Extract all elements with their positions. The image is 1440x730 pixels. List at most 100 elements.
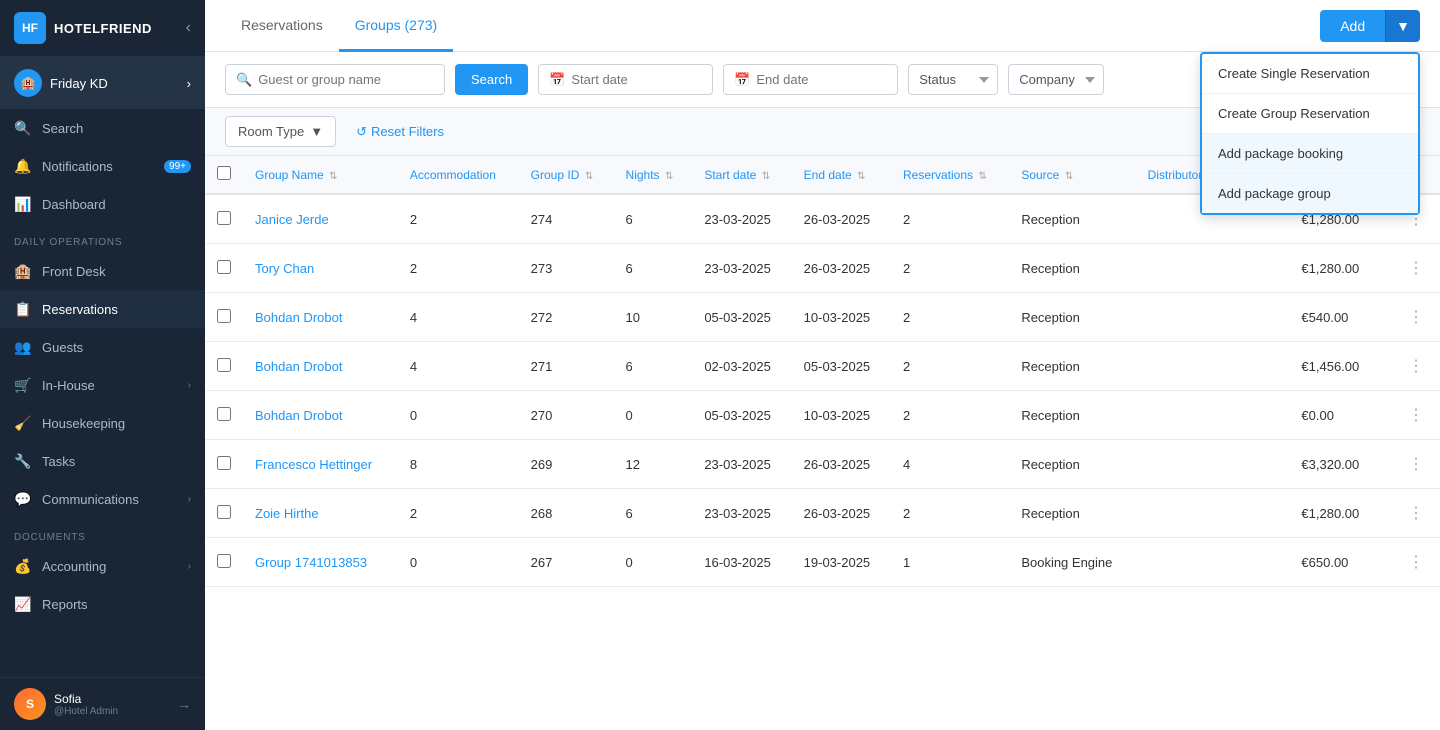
row-action-button[interactable]: ⋮ <box>1404 499 1428 527</box>
row-checkbox[interactable] <box>217 358 231 372</box>
sidebar-label-in-house: In-House <box>42 378 95 393</box>
daily-operations-label: DAILY OPERATIONS <box>0 223 205 252</box>
logout-icon[interactable]: → <box>177 696 191 712</box>
select-all-checkbox[interactable] <box>217 166 231 180</box>
cell-end-date: 19-03-2025 <box>792 538 891 587</box>
table-row: Bohdan Drobot 0 270 0 05-03-2025 10-03-2… <box>205 391 1440 440</box>
sidebar-item-tasks[interactable]: 🔧 Tasks <box>0 442 205 480</box>
col-group-id[interactable]: Group ID ⇅ <box>519 156 614 194</box>
cell-actions: ⋮ <box>1392 440 1440 489</box>
cell-total-amount: €1,280.00 <box>1289 244 1392 293</box>
reset-filters-button[interactable]: ↺ Reset Filters <box>346 117 454 147</box>
cell-group-name[interactable]: Bohdan Drobot <box>243 391 398 440</box>
tab-header: Reservations Groups (273) Add ▼ Create S… <box>205 0 1440 52</box>
sidebar-item-reports[interactable]: 📈 Reports <box>0 585 205 623</box>
sidebar-item-search[interactable]: 🔍 Search <box>0 109 205 147</box>
cell-group-name[interactable]: Francesco Hettinger <box>243 440 398 489</box>
reset-icon: ↺ <box>356 124 367 140</box>
cell-end-date: 10-03-2025 <box>792 391 891 440</box>
user-role: @Hotel Admin <box>54 706 169 717</box>
start-date-wrapper: 📅 <box>538 64 713 95</box>
cell-group-name[interactable]: Tory Chan <box>243 244 398 293</box>
row-action-button[interactable]: ⋮ <box>1404 254 1428 282</box>
start-date-input[interactable] <box>571 65 702 94</box>
dropdown-add-package-group[interactable]: Add package group <box>1202 174 1418 213</box>
add-button[interactable]: Add <box>1320 10 1385 42</box>
row-action-button[interactable]: ⋮ <box>1404 352 1428 380</box>
logo-icon: HF <box>14 12 46 44</box>
sidebar-item-front-desk[interactable]: 🏨 Front Desk <box>0 252 205 290</box>
groups-table: Group Name ⇅ Accommodation Group ID ⇅ Ni… <box>205 156 1440 587</box>
sidebar-item-accounting[interactable]: 💰 Accounting › <box>0 547 205 585</box>
row-action-button[interactable]: ⋮ <box>1404 401 1428 429</box>
sidebar-item-guests[interactable]: 👥 Guests <box>0 328 205 366</box>
end-date-input[interactable] <box>756 65 887 94</box>
sidebar-item-reservations[interactable]: 📋 Reservations <box>0 290 205 328</box>
col-end-date[interactable]: End date ⇅ <box>792 156 891 194</box>
cell-end-date: 26-03-2025 <box>792 194 891 244</box>
sort-group-id-icon: ⇅ <box>585 171 593 182</box>
col-reservations[interactable]: Reservations ⇅ <box>891 156 1009 194</box>
status-filter[interactable]: Status <box>908 64 998 95</box>
cell-group-name[interactable]: Zoie Hirthe <box>243 489 398 538</box>
cell-start-date: 23-03-2025 <box>692 244 791 293</box>
tab-groups[interactable]: Groups (273) <box>339 1 453 52</box>
hotel-chevron-icon: › <box>187 76 191 91</box>
row-action-button[interactable]: ⋮ <box>1404 303 1428 331</box>
sidebar-item-in-house[interactable]: 🛒 In-House › <box>0 366 205 404</box>
dropdown-add-package-booking[interactable]: Add package booking <box>1202 134 1418 174</box>
company-filter[interactable]: Company <box>1008 64 1104 95</box>
col-nights[interactable]: Nights ⇅ <box>614 156 693 194</box>
sidebar-item-dashboard[interactable]: 📊 Dashboard <box>0 185 205 223</box>
cell-group-id: 274 <box>519 194 614 244</box>
row-checkbox[interactable] <box>217 211 231 225</box>
dropdown-create-group[interactable]: Create Group Reservation <box>1202 94 1418 134</box>
cell-total-amount: €1,456.00 <box>1289 342 1392 391</box>
tab-reservations[interactable]: Reservations <box>225 1 339 52</box>
sidebar-label-communications: Communications <box>42 492 139 507</box>
cell-reservations: 2 <box>891 391 1009 440</box>
col-group-name[interactable]: Group Name ⇅ <box>243 156 398 194</box>
table-row: Bohdan Drobot 4 272 10 05-03-2025 10-03-… <box>205 293 1440 342</box>
row-checkbox[interactable] <box>217 456 231 470</box>
col-start-date[interactable]: Start date ⇅ <box>692 156 791 194</box>
cell-group-name[interactable]: Bohdan Drobot <box>243 342 398 391</box>
row-checkbox[interactable] <box>217 505 231 519</box>
sidebar-item-notifications[interactable]: 🔔 Notifications 99+ <box>0 147 205 185</box>
cell-nights: 6 <box>614 489 693 538</box>
sidebar-item-housekeeping[interactable]: 🧹 Housekeeping <box>0 404 205 442</box>
cell-group-name[interactable]: Bohdan Drobot <box>243 293 398 342</box>
cell-accommodation: 0 <box>398 391 519 440</box>
row-checkbox[interactable] <box>217 554 231 568</box>
row-checkbox[interactable] <box>217 260 231 274</box>
search-input[interactable] <box>258 65 434 94</box>
table-row: Zoie Hirthe 2 268 6 23-03-2025 26-03-202… <box>205 489 1440 538</box>
cell-distributor-source <box>1136 391 1290 440</box>
cell-reservations: 2 <box>891 244 1009 293</box>
search-button[interactable]: Search <box>455 64 528 95</box>
col-source[interactable]: Source ⇅ <box>1009 156 1135 194</box>
hotel-icon: 🏨 <box>14 69 42 97</box>
hotel-selector[interactable]: 🏨 Friday KD › <box>0 57 205 109</box>
table-row: Group 1741013853 0 267 0 16-03-2025 19-0… <box>205 538 1440 587</box>
cell-group-id: 272 <box>519 293 614 342</box>
sort-reservations-icon: ⇅ <box>978 171 986 182</box>
sidebar-label-tasks: Tasks <box>42 454 75 469</box>
row-checkbox[interactable] <box>217 309 231 323</box>
cell-reservations: 1 <box>891 538 1009 587</box>
cell-actions: ⋮ <box>1392 538 1440 587</box>
cell-total-amount: €650.00 <box>1289 538 1392 587</box>
row-action-button[interactable]: ⋮ <box>1404 450 1428 478</box>
documents-label: DOCUMENTS <box>0 518 205 547</box>
dropdown-create-single[interactable]: Create Single Reservation <box>1202 54 1418 94</box>
cell-group-name[interactable]: Group 1741013853 <box>243 538 398 587</box>
row-action-button[interactable]: ⋮ <box>1404 548 1428 576</box>
sidebar-collapse-button[interactable]: ‹ <box>186 19 191 37</box>
cell-accommodation: 4 <box>398 293 519 342</box>
col-accommodation[interactable]: Accommodation <box>398 156 519 194</box>
row-checkbox[interactable] <box>217 407 231 421</box>
cell-group-name[interactable]: Janice Jerde <box>243 194 398 244</box>
room-type-button[interactable]: Room Type ▼ <box>225 116 336 147</box>
add-dropdown-button[interactable]: ▼ <box>1385 10 1420 42</box>
sidebar-item-communications[interactable]: 💬 Communications › <box>0 480 205 518</box>
